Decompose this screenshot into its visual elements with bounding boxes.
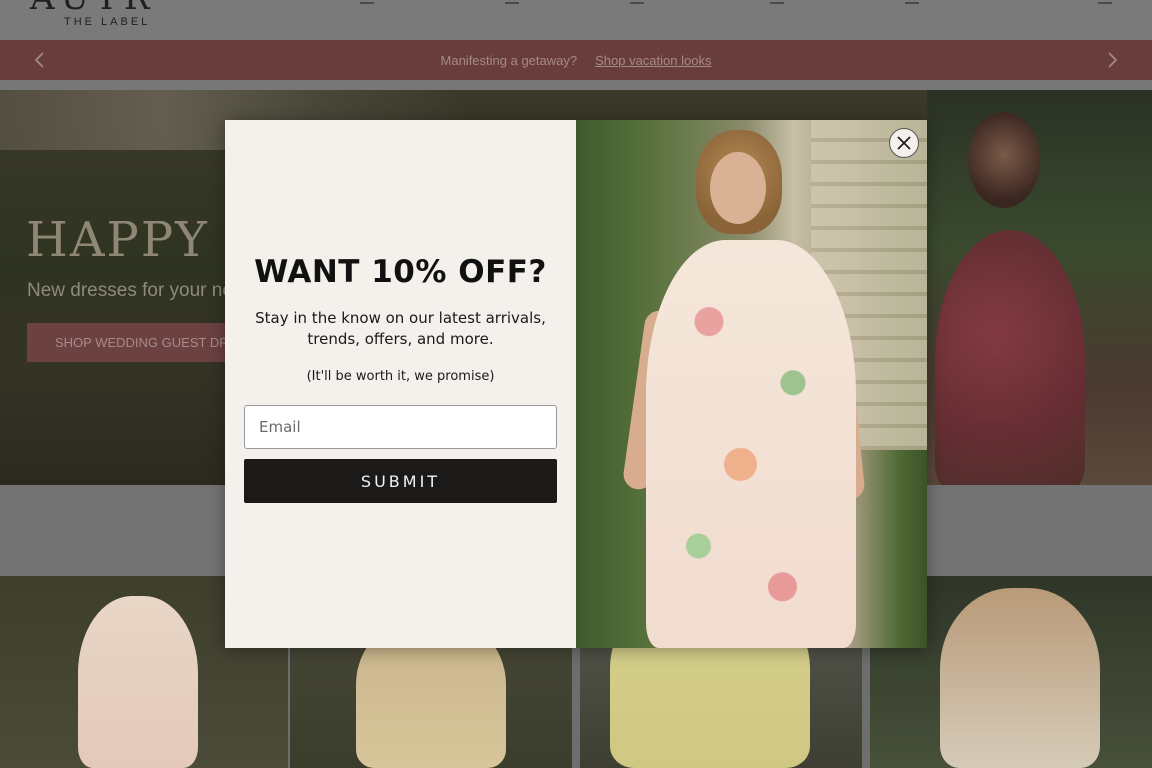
popup-image bbox=[576, 120, 927, 648]
promo-message: Manifesting a getaway? bbox=[440, 52, 578, 68]
promo-link[interactable]: Shop vacation looks bbox=[595, 53, 711, 68]
discount-popup: WANT 10% OFF? Stay in the know on our la… bbox=[225, 120, 927, 648]
nav-item[interactable] bbox=[630, 0, 644, 4]
nav-item[interactable] bbox=[770, 0, 784, 4]
popup-model-face bbox=[710, 152, 766, 224]
nav-item[interactable] bbox=[505, 0, 519, 4]
hero-subtitle: New dresses for your ne bbox=[27, 280, 233, 301]
popup-form-panel: WANT 10% OFF? Stay in the know on our la… bbox=[225, 120, 576, 648]
chevron-right-icon[interactable] bbox=[1100, 48, 1124, 72]
popup-headline: WANT 10% OFF? bbox=[254, 254, 547, 290]
nav-item[interactable] bbox=[905, 0, 919, 4]
promo-bar: Manifesting a getaway? Shop vacation loo… bbox=[0, 40, 1152, 80]
shop-wedding-guest-button[interactable]: SHOP WEDDING GUEST DRE bbox=[27, 323, 227, 362]
nav-item[interactable] bbox=[360, 0, 374, 4]
site-header: AUTR THE LABEL bbox=[0, 0, 1152, 40]
popup-note: (It'll be worth it, we promise) bbox=[306, 369, 495, 384]
product-image bbox=[940, 588, 1100, 768]
hero-model-dress bbox=[935, 230, 1085, 485]
divider bbox=[0, 80, 1152, 90]
email-input[interactable] bbox=[244, 405, 557, 449]
product-image bbox=[78, 596, 198, 768]
hero-model-head bbox=[968, 112, 1040, 208]
nav-item[interactable] bbox=[1098, 0, 1112, 4]
submit-button[interactable]: SUBMIT bbox=[244, 459, 557, 503]
popup-body-text: Stay in the know on our latest arrivals,… bbox=[255, 309, 546, 348]
chevron-left-icon[interactable] bbox=[28, 48, 52, 72]
close-icon[interactable] bbox=[889, 128, 919, 158]
brand-logo-subtext: THE LABEL bbox=[64, 16, 151, 28]
popup-model-dress bbox=[646, 240, 856, 648]
